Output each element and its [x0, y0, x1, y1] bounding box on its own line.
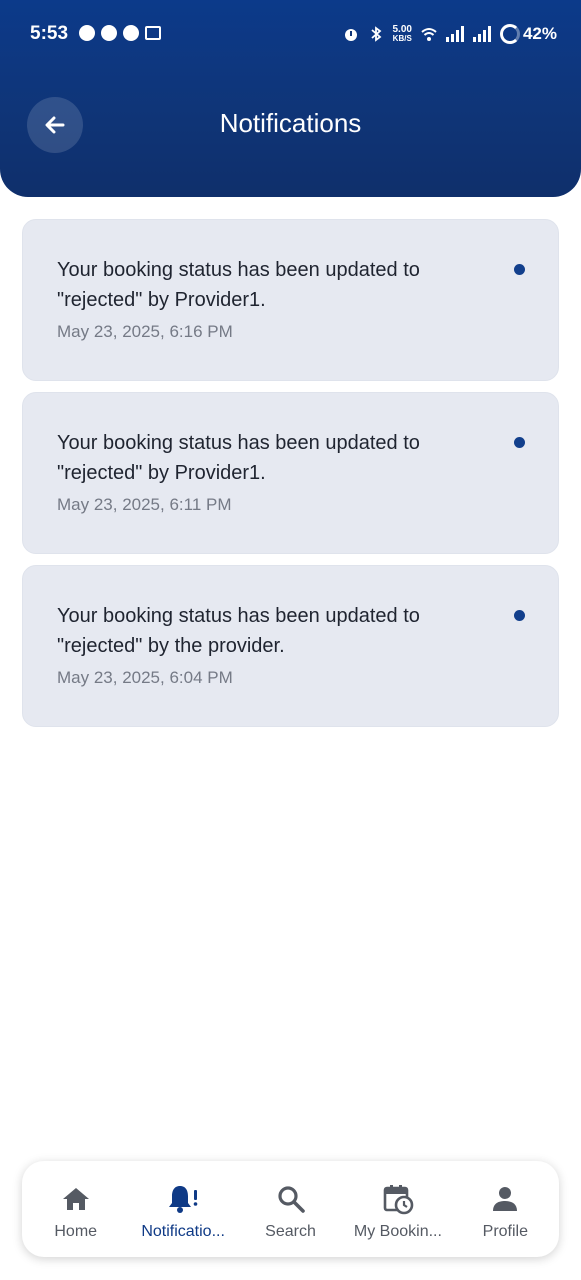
- notification-message: Your booking status has been updated to …: [57, 259, 420, 311]
- bluetooth-icon: [370, 26, 381, 42]
- nav-label-home: Home: [54, 1223, 98, 1240]
- wifi-icon: [421, 28, 437, 41]
- nav-item-search[interactable]: Search: [237, 1161, 344, 1257]
- nav-label-notifications: Notificatio...: [141, 1223, 225, 1240]
- battery-icon: [499, 24, 520, 44]
- notification-message: Your booking status has been updated to …: [57, 605, 420, 657]
- app-notification-icon: [101, 25, 117, 41]
- nav-item-home[interactable]: Home: [22, 1161, 129, 1257]
- nav-label-search: Search: [265, 1223, 316, 1240]
- network-speed-unit: KB/S: [392, 34, 412, 43]
- notification-timestamp: May 23, 2025, 6:11 PM: [57, 495, 232, 514]
- nav-label-profile: Profile: [482, 1223, 528, 1240]
- home-icon: [62, 1188, 89, 1210]
- nav-item-profile[interactable]: Profile: [452, 1161, 559, 1257]
- notification-card[interactable]: Your booking status has been updated to …: [22, 219, 559, 381]
- bell-icon: [169, 1186, 198, 1213]
- app-notification-icon: [79, 25, 95, 41]
- notification-icons: [79, 25, 161, 41]
- network-speed: 5.00 KB/S: [392, 25, 412, 44]
- signal-icon: [472, 26, 491, 42]
- bottom-navigation: Home Notificatio... Search My Bookin... …: [22, 1161, 559, 1257]
- signal-icon: [445, 26, 464, 42]
- unread-indicator: [514, 437, 525, 448]
- notification-list: Your booking status has been updated to …: [22, 219, 559, 738]
- notification-timestamp: May 23, 2025, 6:04 PM: [57, 668, 233, 687]
- calendar-clock-icon: [383, 1185, 414, 1215]
- battery-percentage: 42%: [522, 24, 557, 43]
- notification-card[interactable]: Your booking status has been updated to …: [22, 392, 559, 554]
- person-icon: [493, 1187, 518, 1211]
- nav-item-my-bookings[interactable]: My Bookin...: [344, 1161, 451, 1257]
- unread-indicator: [514, 610, 525, 621]
- page-title: Notifications: [219, 108, 362, 138]
- notification-timestamp: May 23, 2025, 6:16 PM: [57, 322, 233, 341]
- search-icon: [277, 1186, 305, 1213]
- notification-card[interactable]: Your booking status has been updated to …: [22, 565, 559, 727]
- notification-message: Your booking status has been updated to …: [57, 432, 420, 484]
- alarm-icon: [344, 29, 357, 41]
- gmail-icon: [145, 26, 161, 40]
- system-indicators: 5.00 KB/S 42%: [343, 24, 557, 44]
- nav-label-my-bookings: My Bookin...: [353, 1223, 442, 1240]
- app-header: 5:53 5.00 KB/S 42% Notifications: [0, 0, 581, 197]
- unread-indicator: [514, 264, 525, 275]
- nav-item-notifications[interactable]: Notificatio...: [129, 1161, 236, 1257]
- status-bar: 5:53 5.00 KB/S 42%: [0, 0, 581, 70]
- status-time: 5:53: [30, 23, 69, 44]
- app-notification-icon: [123, 25, 139, 41]
